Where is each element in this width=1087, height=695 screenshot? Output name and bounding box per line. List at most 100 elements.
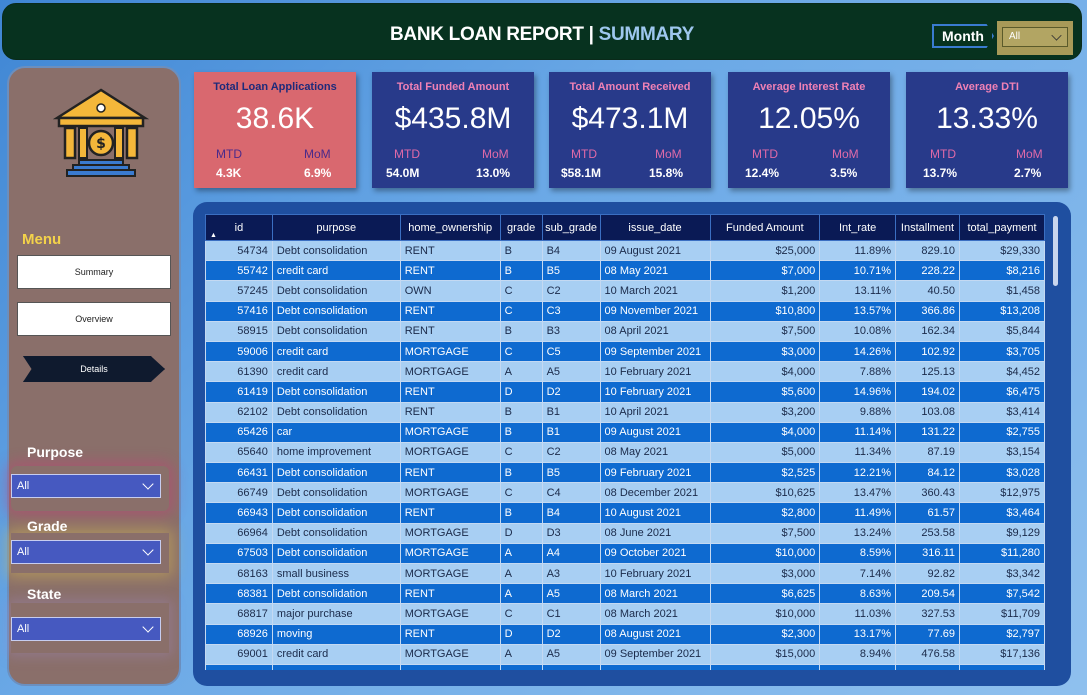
table-cell-home-ownership: MORTGAGE	[399, 340, 501, 363]
table-row[interactable]: 65640 home improvement MORTGAGE C C2 08 May 2…	[205, 441, 1045, 464]
kpi-mtd-label: MTD	[394, 147, 420, 161]
table-cell-sub-grade: A5	[541, 583, 601, 605]
column-header[interactable]: total_payment	[958, 214, 1045, 241]
table-cell-total-payment: $3,705	[958, 340, 1045, 363]
table-row[interactable]: 66964 Debt consolidation MORTGAGE D D3 08 Jun…	[205, 522, 1045, 544]
table-cell-issue-date: 09 October 2021	[599, 542, 711, 565]
table-row[interactable]: 61419 Debt consolidation RENT D D2 10 Februar…	[205, 381, 1045, 403]
table-cell-home-ownership: MORTGAGE	[399, 522, 501, 544]
table-row[interactable]: 66749 Debt consolidation MORTGAGE C C4 08 Dec…	[205, 482, 1045, 504]
table-row[interactable]: 68163 small business MORTGAGE A A3 10 Februar…	[205, 562, 1045, 585]
table-scroll-area[interactable]: ▲ id purpose home_ownership grade sub_grade is…	[205, 214, 1045, 670]
table-row[interactable]: 61390 credit card MORTGAGE A A5 10 February 2…	[205, 361, 1045, 383]
table-row[interactable]: 59006 credit card MORTGAGE C C5 09 September …	[205, 340, 1045, 363]
column-header[interactable]: issue_date	[599, 214, 711, 241]
table-row[interactable]: 66431 Debt consolidation RENT B B5 09 Februar…	[205, 462, 1045, 484]
overview-button[interactable]: Overview	[17, 302, 171, 336]
table-cell-funded-amount: $6,625	[709, 583, 821, 605]
month-select-box[interactable]: All	[1002, 27, 1068, 47]
loan-details-table-panel: ▲ id purpose home_ownership grade sub_grade is…	[193, 202, 1071, 686]
table-cell-purpose: Debt consolidation	[271, 300, 401, 322]
table-cell-installment: 84.12	[895, 462, 960, 484]
state-filter-select[interactable]: All	[11, 617, 161, 641]
column-header[interactable]: home_ownership	[399, 214, 501, 241]
kpi-value: $435.8M	[394, 102, 512, 135]
table-cell-issue-date: 08 April 2021	[599, 320, 711, 342]
table-cell-home-ownership: MORTGAGE	[399, 542, 501, 565]
table-scrollbar[interactable]	[1053, 216, 1058, 286]
table-cell-funded-amount: $10,800	[709, 300, 821, 322]
column-header[interactable]: grade	[499, 214, 543, 241]
table-cell-issue-date: 08 March 2021	[599, 583, 711, 605]
table-cell-installment: 360.43	[895, 482, 960, 504]
column-header[interactable]: Installment	[895, 214, 960, 241]
table-row[interactable]: 65426 car MORTGAGE B B1 09 August 2021 $4,000 1…	[205, 421, 1045, 443]
summary-button[interactable]: Summary	[17, 255, 171, 289]
table-cell-int-rate: 10.38%	[819, 663, 897, 670]
table-row[interactable]: 69124Debt consolidationMORTGAGEBB408 Mar…	[205, 663, 1045, 670]
kpi-value: 13.33%	[936, 102, 1038, 135]
table-row[interactable]: 68926 moving RENT D D2 08 August 2021 $2,300 13…	[205, 623, 1045, 645]
column-header-label: id	[234, 221, 244, 234]
grade-filter-select[interactable]: All	[11, 540, 161, 564]
table-cell-total-payment: $21,028	[958, 663, 1045, 670]
table-cell-sub-grade: B1	[541, 401, 601, 423]
kpi-value: $473.1M	[571, 102, 689, 135]
kpi-card-amount-received: Total Amount Received $473.1M MTD MoM $5…	[549, 72, 711, 188]
table-cell-issue-date: 08 June 2021	[599, 522, 711, 544]
table-row[interactable]: 55742 credit card RENT B B5 08 May 2021 $7,000…	[205, 260, 1045, 282]
table-header-row: ▲ id purpose home_ownership grade sub_grade is…	[205, 214, 1045, 241]
purpose-filter-value: All	[17, 480, 30, 492]
table-cell-int-rate: 13.17%	[819, 623, 897, 645]
table-row[interactable]: 54734 Debt consolidation RENT B B4 09 August …	[205, 239, 1045, 262]
table-cell-funded-amount: $7,000	[709, 260, 821, 282]
table-cell-funded-amount: $3,200	[709, 401, 821, 423]
kpi-card-loan-applications: Total Loan Applications 38.6K MTD MoM 4.…	[194, 72, 356, 188]
table-cell-int-rate: 11.03%	[819, 603, 897, 625]
table-row[interactable]: 58915 Debt consolidation RENT B B3 08 April 2…	[205, 320, 1045, 342]
table-cell-id: 66431	[205, 462, 273, 484]
table-cell-issue-date: 08 December 2021	[599, 482, 711, 504]
month-filter[interactable]: All	[997, 21, 1073, 55]
table-cell-home-ownership: RENT	[399, 401, 501, 423]
table-cell-sub-grade: B5	[541, 462, 601, 484]
column-header[interactable]: sub_grade	[541, 214, 601, 241]
table-cell-home-ownership: RENT	[399, 260, 501, 282]
kpi-mom-label: MoM	[655, 147, 682, 161]
table-row[interactable]: 57416 Debt consolidation RENT C C3 09 Novembe…	[205, 300, 1045, 322]
column-header[interactable]: Int_rate	[819, 214, 897, 241]
table-cell-funded-amount: $4,000	[709, 361, 821, 383]
table-cell-total-payment: $9,129	[958, 522, 1045, 544]
table-cell-purpose: Debt consolidation	[271, 239, 401, 262]
table-cell-issue-date: 10 April 2021	[599, 401, 711, 423]
kpi-mom-value: 15.8%	[649, 166, 684, 180]
table-cell-funded-amount: $25,000	[709, 239, 821, 262]
table-cell-home-ownership: MORTGAGE	[399, 361, 501, 383]
table-row[interactable]: 62102 Debt consolidation RENT B B1 10 April 2…	[205, 401, 1045, 423]
table-cell-grade: D	[499, 381, 543, 403]
table-cell-issue-date: 09 February 2021	[599, 462, 711, 484]
table-row[interactable]: 68817 major purchase MORTGAGE C C1 08 March 2…	[205, 603, 1045, 625]
table-cell-funded-amount: $4,000	[709, 421, 821, 443]
table-cell-grade: C	[499, 482, 543, 504]
table-cell-funded-amount: $2,800	[709, 502, 821, 524]
table-row[interactable]: 66943 Debt consolidation RENT B B4 10 August …	[205, 502, 1045, 524]
purpose-filter-select[interactable]: All	[11, 474, 161, 498]
table-cell-grade: B	[499, 320, 543, 342]
table-cell-purpose: Debt consolidation	[271, 522, 401, 544]
column-header[interactable]: Funded Amount	[709, 214, 821, 241]
table-row[interactable]: 67503 Debt consolidation MORTGAGE A A4 09 Oct…	[205, 542, 1045, 565]
column-header[interactable]: purpose	[271, 214, 401, 241]
table-cell-funded-amount: $5,600	[709, 381, 821, 403]
table-cell-id: 57416	[205, 300, 273, 322]
table-cell-grade: A	[499, 542, 543, 565]
table-row[interactable]: 57245 Debt consolidation OWN C C2 10 March 20…	[205, 280, 1045, 302]
table-cell-id: 67503	[205, 542, 273, 565]
table-cell-sub-grade: B1	[541, 421, 601, 443]
details-button[interactable]: Details	[23, 356, 165, 382]
table-row[interactable]: 68381 Debt consolidation RENT A A5 08 March 2…	[205, 583, 1045, 605]
table-cell-issue-date: 09 September 2021	[599, 643, 711, 665]
kpi-card-interest-rate: Average Interest Rate 12.05% MTD MoM 12.…	[728, 72, 890, 188]
column-header[interactable]: ▲ id	[205, 214, 273, 241]
table-row[interactable]: 69001 credit card MORTGAGE A A5 09 September …	[205, 643, 1045, 665]
